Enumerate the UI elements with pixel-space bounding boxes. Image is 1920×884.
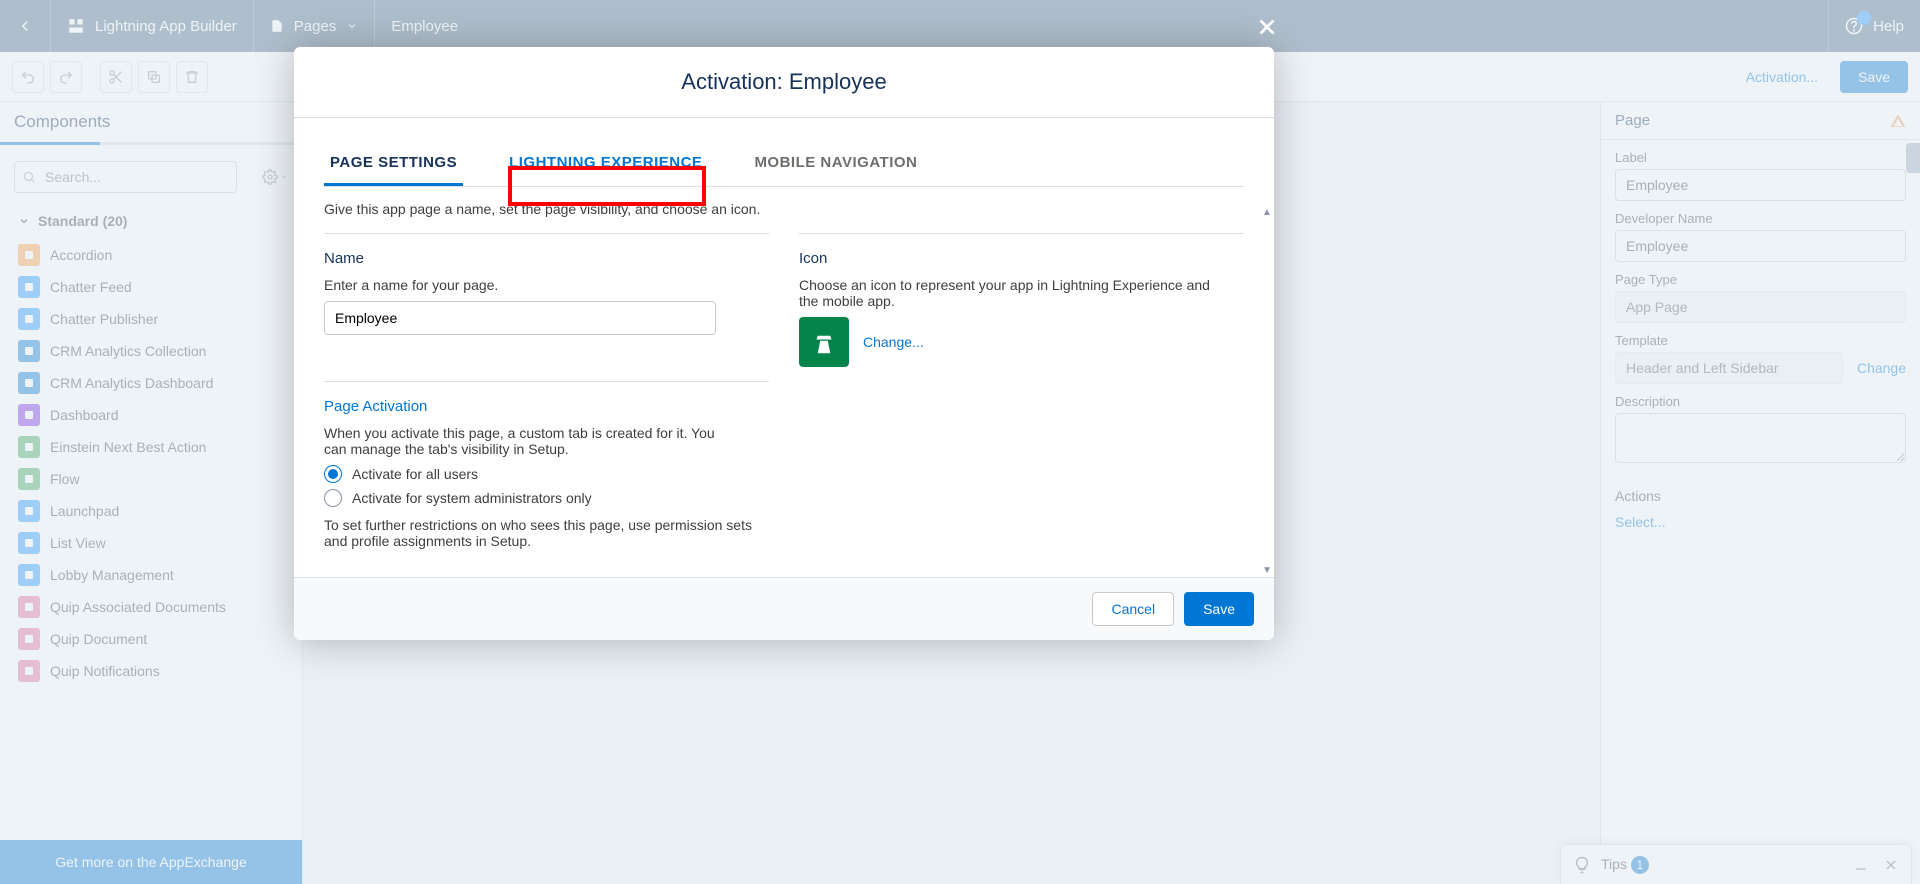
modal-save-button[interactable]: Save [1184,592,1254,626]
name-section-help: Enter a name for your page. [324,277,769,293]
radio-admins-only[interactable]: Activate for system administrators only [324,489,769,507]
activation-section-title: Page Activation [324,398,769,415]
icon-section-title: Icon [799,250,1244,267]
radio-icon [324,489,342,507]
name-section-title: Name [324,250,769,267]
modal-footer: Cancel Save [294,577,1274,640]
radio-all-users[interactable]: Activate for all users [324,465,769,483]
radio-icon [324,465,342,483]
name-input[interactable] [324,301,716,335]
activation-section-help: When you activate this page, a custom ta… [324,425,724,457]
modal-tabs: PAGE SETTINGS LIGHTNING EXPERIENCE MOBIL… [324,142,1244,187]
radio-all-users-label: Activate for all users [352,466,478,482]
tab-lightning-experience[interactable]: LIGHTNING EXPERIENCE [503,142,708,186]
modal-intro: Give this app page a name, set the page … [324,201,1244,217]
tab-page-settings[interactable]: PAGE SETTINGS [324,142,463,186]
cancel-button[interactable]: Cancel [1092,592,1174,626]
close-icon[interactable] [1254,14,1280,40]
change-icon-link[interactable]: Change... [863,334,924,350]
activation-footnote: To set further restrictions on who sees … [324,517,754,549]
radio-admins-label: Activate for system administrators only [352,490,592,506]
modal-scrollbar[interactable]: ▲ [1260,204,1274,517]
icon-section-help: Choose an icon to represent your app in … [799,277,1219,309]
activation-modal: Activation: Employee PAGE SETTINGS LIGHT… [294,47,1274,640]
scroll-up-icon[interactable]: ▲ [1260,204,1274,220]
app-icon-preview [799,317,849,367]
scroll-down-icon[interactable]: ▼ [1262,565,1272,576]
tab-mobile-navigation[interactable]: MOBILE NAVIGATION [748,142,923,186]
modal-title: Activation: Employee [294,47,1274,118]
